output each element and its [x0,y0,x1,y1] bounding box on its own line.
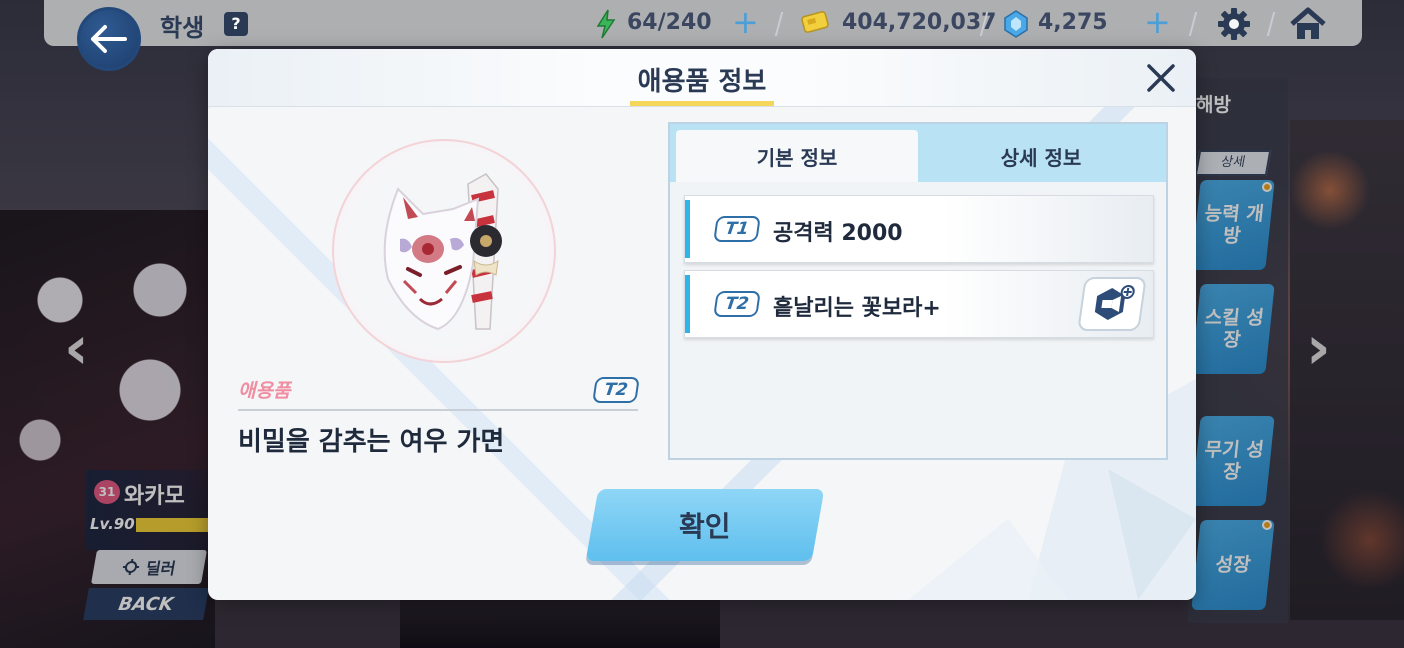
home-icon[interactable] [1288,5,1328,47]
tab-basic-info[interactable]: 기본 정보 [676,130,918,182]
gift-info-modal: 애용품 정보 애용품 T2 비밀을 감추는 여우 가면 기본 정보 상세 정보 … [208,49,1196,600]
arrow-left-icon [91,25,127,53]
stat-tier-badge: T1 [713,216,761,242]
stat-text: 흩날리는 꽃보라+ [773,296,941,321]
ap-icon [595,9,617,43]
item-tier-badge: T2 [592,377,640,403]
pyroxene-plus-button[interactable]: + [1144,6,1171,38]
confirm-button-label: 확인 [679,510,731,543]
fox-mask-item-image [368,169,538,343]
stat-row: T1 공격력 2000 [684,195,1154,263]
back-button[interactable] [77,7,141,71]
help-button[interactable]: ? [224,12,248,36]
close-button[interactable] [1144,61,1178,95]
modal-title: 애용품 정보 [637,67,767,97]
item-divider [238,409,638,411]
close-icon [1147,64,1175,92]
ap-value: 64/240 [627,10,712,35]
pyroxene-icon [1002,9,1030,43]
page-title: 학생 [160,14,205,42]
skill-upgrade-icon[interactable] [1077,277,1147,331]
item-type-label: 애용품 [238,380,291,402]
ap-plus-button[interactable]: + [732,6,759,38]
pyroxene-value: 4,275 [1038,10,1108,35]
settings-gear-icon[interactable] [1216,6,1252,46]
item-name: 비밀을 감추는 여우 가면 [238,427,505,457]
stat-tier-badge: T2 [713,291,761,317]
stat-text: 공격력 2000 [773,221,903,246]
title-underline [630,101,774,106]
confirm-button[interactable]: 확인 [585,489,825,561]
credits-value: 404,720,037 [842,10,997,35]
tab-detail-info[interactable]: 상세 정보 [920,130,1162,182]
stat-row: T2 흩날리는 꽃보라+ [684,270,1154,338]
info-panel: 기본 정보 상세 정보 T1 공격력 2000 T2 흩날리는 꽃보라+ [668,122,1168,460]
credit-icon [800,10,832,40]
